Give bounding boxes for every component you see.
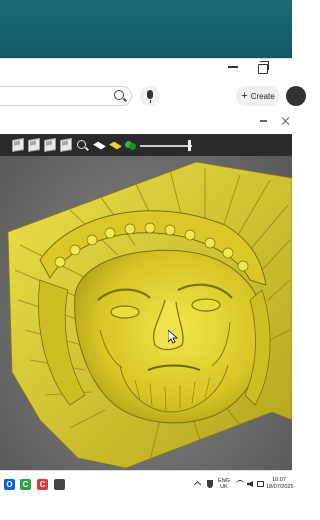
camtasia-icon[interactable]: C: [20, 479, 31, 490]
cube-view-icon[interactable]: [28, 137, 40, 153]
viewer-minimize-icon[interactable]: [260, 120, 267, 122]
mouse-cursor-icon: [168, 330, 178, 344]
flat-shade-icon[interactable]: [93, 139, 106, 152]
language-indicator[interactable]: ENG UK: [218, 478, 230, 490]
minimize-icon[interactable]: [228, 66, 238, 68]
cube-view-icon[interactable]: [44, 137, 56, 153]
viewer-window-title-bar: [0, 112, 292, 134]
clock[interactable]: 10:07 18/07/2025: [266, 477, 294, 491]
plus-icon: +: [241, 90, 248, 102]
color-ball-icon[interactable]: [125, 139, 136, 150]
artcam-icon[interactable]: [54, 479, 65, 490]
restore-icon[interactable]: [258, 61, 269, 74]
gold-shade-icon[interactable]: [109, 139, 122, 152]
microphone-icon: [147, 90, 153, 103]
cube-view-icon[interactable]: [12, 137, 24, 153]
taskbar: [0, 470, 292, 520]
create-label: Create: [250, 91, 275, 101]
slider-track[interactable]: [140, 145, 192, 147]
cube-view-icon[interactable]: [60, 137, 72, 153]
zoom-icon[interactable]: [77, 140, 86, 149]
security-icon[interactable]: [207, 480, 213, 488]
outlook-icon[interactable]: O: [4, 479, 15, 490]
avatar[interactable]: [286, 86, 306, 106]
search-icon[interactable]: [114, 90, 124, 100]
create-button[interactable]: + Create: [236, 86, 280, 106]
wifi-icon[interactable]: [236, 480, 244, 488]
relief-model: [7, 161, 292, 469]
browser-title-bar: [0, 58, 292, 80]
top-banner: [0, 0, 292, 58]
viewer-close-icon[interactable]: [281, 117, 289, 125]
camtasia-rec-icon[interactable]: C: [37, 479, 48, 490]
battery-icon[interactable]: [257, 481, 264, 487]
slider-thumb[interactable]: [188, 140, 191, 151]
search-input[interactable]: [0, 86, 132, 106]
